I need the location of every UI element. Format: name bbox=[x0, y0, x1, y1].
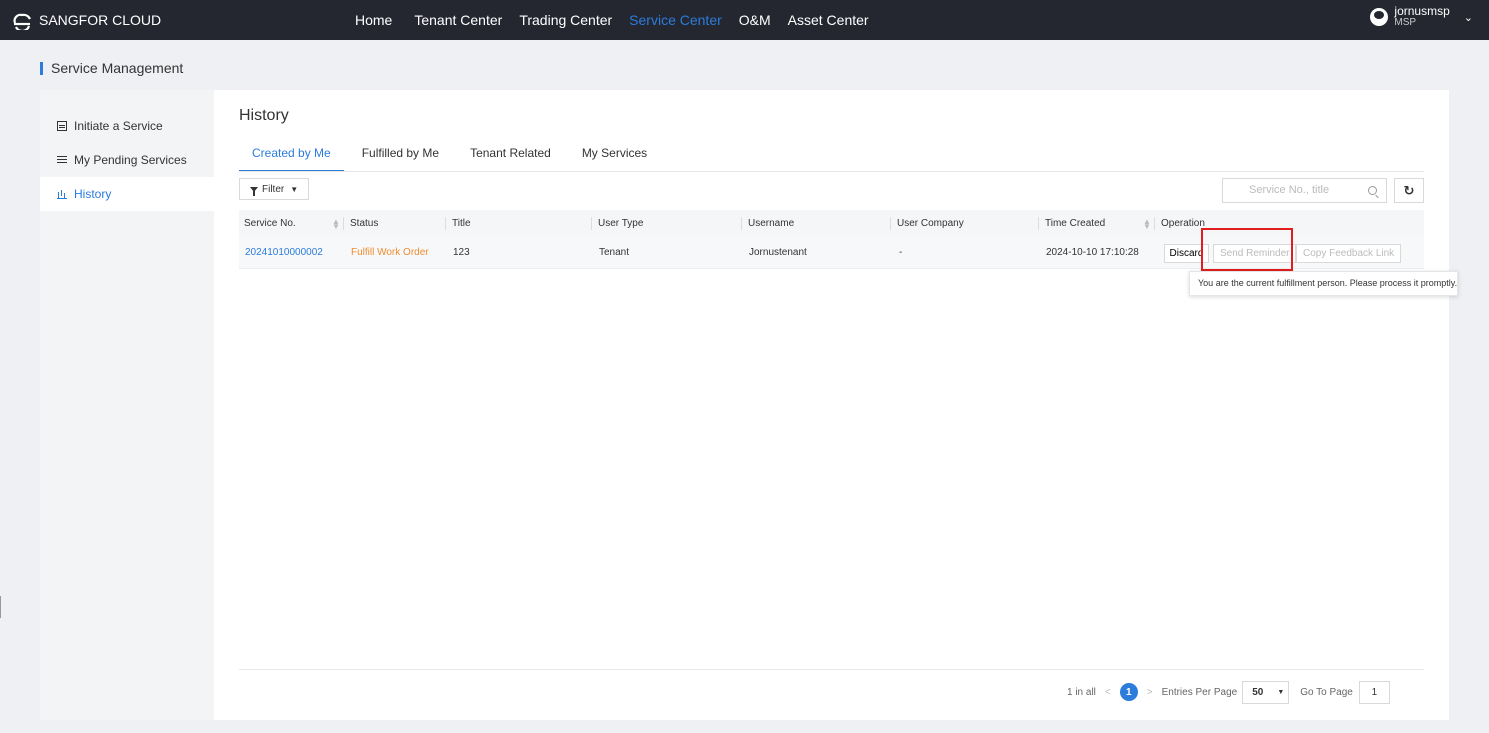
search-icon[interactable] bbox=[1368, 186, 1377, 195]
pager-divider bbox=[239, 669, 1424, 670]
tab-my-services[interactable]: My Services bbox=[564, 145, 660, 172]
content-area: History Created by Me Fulfilled by Me Te… bbox=[239, 90, 1458, 720]
per-page-value: 50 bbox=[1252, 686, 1264, 698]
brand-logo[interactable]: SANGFOR CLOUD bbox=[11, 10, 161, 30]
highlight-box bbox=[1201, 228, 1293, 271]
tab-created-by-me[interactable]: Created by Me bbox=[239, 145, 344, 172]
search-input[interactable] bbox=[1249, 184, 1359, 196]
column-divider bbox=[591, 217, 592, 230]
row-user-company: - bbox=[899, 247, 903, 258]
nav-service-center[interactable]: Service Center bbox=[629, 0, 739, 40]
col-service-no[interactable]: Service No. bbox=[244, 210, 296, 237]
goto-page-input[interactable]: 1 bbox=[1358, 680, 1390, 704]
column-divider bbox=[1154, 217, 1155, 230]
page-title: Service Management bbox=[51, 60, 184, 76]
column-divider bbox=[343, 217, 344, 230]
heading-accent-bar bbox=[40, 61, 43, 75]
nav-tenant-center[interactable]: Tenant Center bbox=[414, 0, 519, 40]
goto-label: Go To Page bbox=[1300, 686, 1353, 698]
list-icon bbox=[57, 155, 67, 165]
status-badge: Fulfill Work Order bbox=[351, 247, 429, 258]
top-navbar: SANGFOR CLOUD Home Tenant Center Trading… bbox=[0, 0, 1489, 40]
column-divider bbox=[445, 217, 446, 230]
main-nav: Home Tenant Center Trading Center Servic… bbox=[355, 0, 885, 40]
refresh-button[interactable]: ↻ bbox=[1394, 178, 1424, 203]
search-box bbox=[1222, 178, 1387, 203]
service-no-link[interactable]: 20241010000002 bbox=[245, 237, 323, 268]
tab-fulfilled-by-me[interactable]: Fulfilled by Me bbox=[344, 145, 452, 172]
sangfor-cloud-icon bbox=[13, 13, 32, 30]
nav-trading-center[interactable]: Trading Center bbox=[519, 0, 629, 40]
next-page-icon[interactable]: > bbox=[1147, 687, 1153, 698]
sidebar: Initiate a Service My Pending Services H… bbox=[40, 90, 214, 720]
col-time-created[interactable]: Time Created bbox=[1045, 210, 1105, 237]
brand-name: SANGFOR CLOUD bbox=[39, 12, 162, 28]
pagination: 1 in all < 1 > Entries Per Page 50 ▼ Go … bbox=[1067, 680, 1390, 704]
filter-label: Filter bbox=[262, 183, 285, 195]
prev-page-icon[interactable]: < bbox=[1105, 687, 1111, 698]
edge-handle bbox=[0, 596, 1, 618]
per-page-select[interactable]: 50 ▼ bbox=[1242, 680, 1290, 704]
sidebar-item-history[interactable]: History bbox=[40, 177, 214, 211]
col-title: Title bbox=[452, 218, 471, 229]
col-username: Username bbox=[748, 218, 795, 229]
page-current[interactable]: 1 bbox=[1119, 683, 1138, 701]
sidebar-item-label: History bbox=[74, 187, 112, 201]
caret-down-icon: ▼ bbox=[290, 184, 299, 194]
filter-icon bbox=[250, 186, 258, 196]
nav-asset-center[interactable]: Asset Center bbox=[788, 0, 885, 40]
row-user-type: Tenant bbox=[599, 247, 630, 258]
sidebar-item-label: My Pending Services bbox=[74, 153, 187, 167]
user-role: MSP bbox=[1394, 17, 1417, 28]
col-status: Status bbox=[350, 218, 379, 229]
user-menu[interactable]: jornusmsp MSP ⌄ bbox=[1370, 4, 1473, 28]
chevron-down-icon[interactable]: ⌄ bbox=[1464, 11, 1473, 24]
nav-home[interactable]: Home bbox=[355, 0, 414, 40]
col-user-company: User Company bbox=[897, 218, 964, 229]
nav-om[interactable]: O&M bbox=[739, 0, 788, 40]
per-page-label: Entries Per Page bbox=[1161, 686, 1238, 698]
tooltip: You are the current fulfillment person. … bbox=[1189, 271, 1458, 296]
refresh-icon: ↻ bbox=[1403, 182, 1415, 198]
column-divider bbox=[741, 217, 742, 230]
sidebar-item-pending-services[interactable]: My Pending Services bbox=[40, 143, 214, 177]
tab-tenant-related[interactable]: Tenant Related bbox=[452, 145, 564, 172]
avatar-icon bbox=[1370, 8, 1389, 26]
tabs-divider bbox=[239, 171, 1424, 172]
sort-icon[interactable]: ▲ ▼ bbox=[332, 218, 340, 231]
row-title: 123 bbox=[453, 247, 470, 258]
section-title: History bbox=[239, 107, 289, 124]
row-username: Jornustenant bbox=[749, 247, 807, 258]
column-divider bbox=[890, 217, 891, 230]
main-panel: Initiate a Service My Pending Services H… bbox=[40, 90, 1458, 720]
column-divider bbox=[1038, 217, 1039, 230]
bar-chart-icon bbox=[57, 189, 67, 199]
total-count: 1 in all bbox=[1067, 686, 1096, 698]
tab-bar: Created by Me Fulfilled by Me Tenant Rel… bbox=[239, 145, 660, 172]
col-user-type: User Type bbox=[598, 218, 644, 229]
document-icon bbox=[57, 121, 67, 131]
sort-icon[interactable]: ▲ ▼ bbox=[1143, 218, 1151, 231]
row-time-created: 2024-10-10 17:10:28 bbox=[1046, 247, 1139, 258]
page-heading: Service Management bbox=[40, 60, 183, 76]
filter-button[interactable]: Filter ▼ bbox=[239, 178, 309, 200]
copy-feedback-link-button[interactable]: Copy Feedback Link bbox=[1296, 244, 1402, 263]
col-operation: Operation bbox=[1161, 218, 1205, 229]
caret-down-icon: ▼ bbox=[1277, 688, 1285, 696]
sidebar-item-label: Initiate a Service bbox=[74, 119, 163, 133]
user-name: jornusmsp bbox=[1394, 4, 1450, 18]
sidebar-item-initiate-service[interactable]: Initiate a Service bbox=[40, 109, 214, 143]
